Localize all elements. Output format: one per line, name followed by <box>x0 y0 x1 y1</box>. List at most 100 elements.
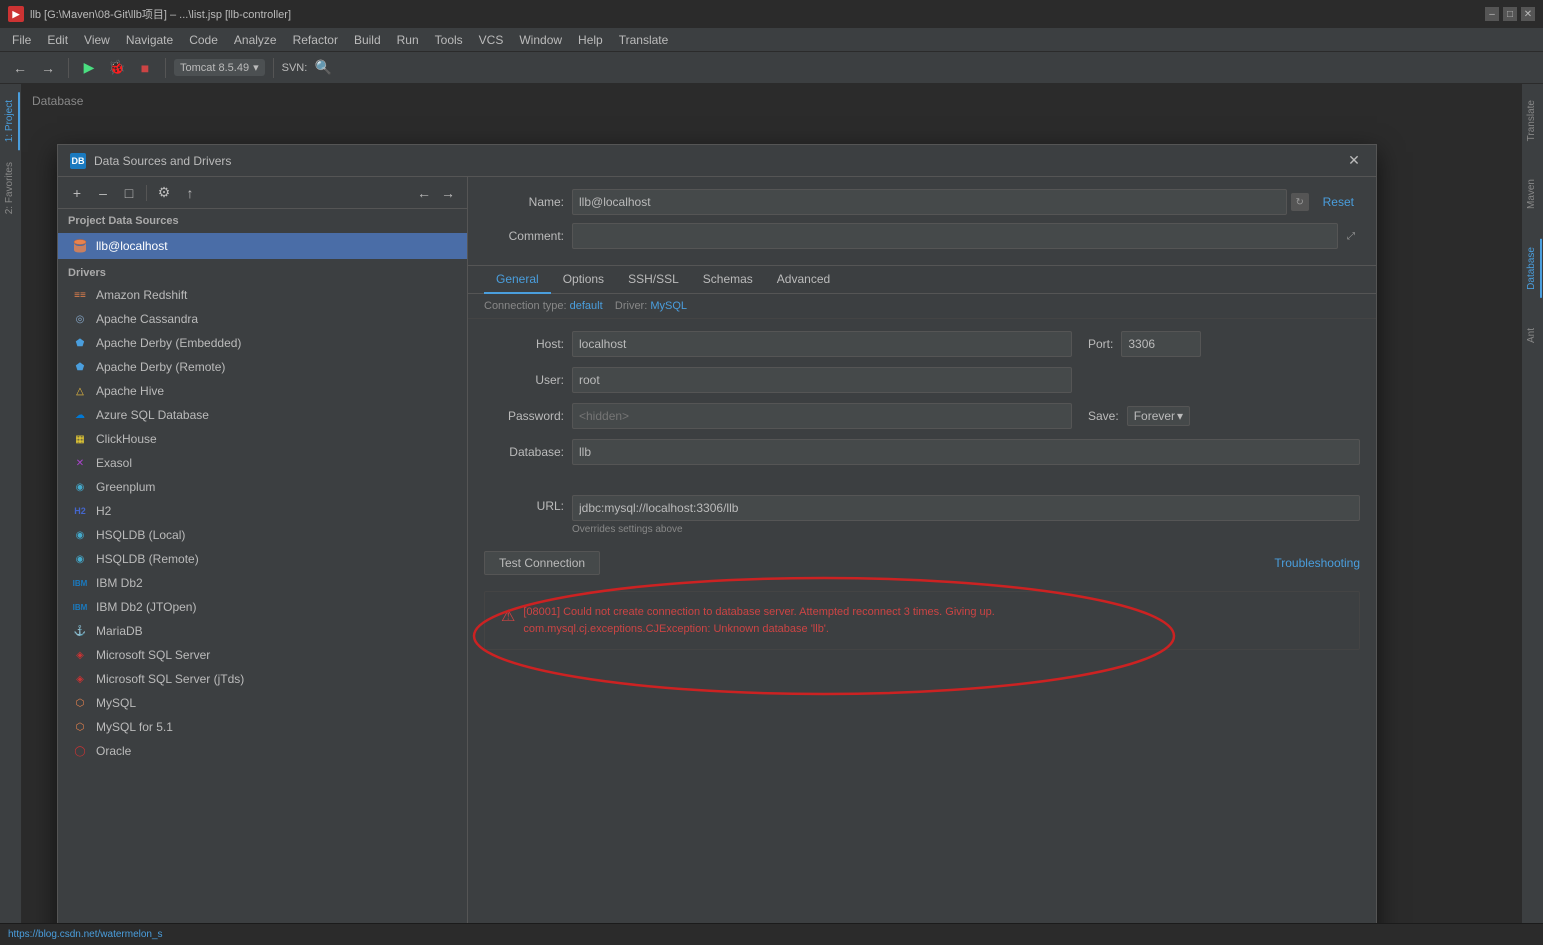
driver-item-hsqldb-local[interactable]: ◉ HSQLDB (Local) <box>58 523 467 547</box>
database-tab[interactable]: Database <box>1523 239 1542 298</box>
test-connection-button[interactable]: Test Connection <box>484 551 600 575</box>
stop-button[interactable]: ■ <box>133 56 157 80</box>
remove-datasource-button[interactable]: – <box>92 182 114 204</box>
driver-label-hsqldb-local: HSQLDB (Local) <box>96 528 185 542</box>
conn-type-label: Connection type: <box>484 300 567 312</box>
status-bar: https://blog.csdn.net/watermelon_s <box>0 923 1543 945</box>
driver-item-azure[interactable]: ☁ Azure SQL Database <box>58 403 467 427</box>
driver-value[interactable]: MySQL <box>650 300 687 312</box>
driver-label-greenplum: Greenplum <box>96 480 155 494</box>
dialog-close-button[interactable]: ✕ <box>1344 151 1364 171</box>
datasource-item-llb[interactable]: llb@localhost <box>58 233 467 259</box>
driver-item-redshift[interactable]: ≡≡ Amazon Redshift <box>58 283 467 307</box>
debug-button[interactable]: 🐞 <box>105 56 129 80</box>
ibm-db2-jtopen-icon: IBM <box>72 599 88 615</box>
driver-item-mysql51[interactable]: ⬡ MySQL for 5.1 <box>58 715 467 739</box>
tab-ssh-ssl[interactable]: SSH/SSL <box>616 266 691 294</box>
driver-item-ibm-db2[interactable]: IBM IBM Db2 <box>58 571 467 595</box>
url-hint: Overrides settings above <box>572 524 1360 535</box>
driver-item-derby-remote[interactable]: ⬟ Apache Derby (Remote) <box>58 355 467 379</box>
tab-general[interactable]: General <box>484 266 551 294</box>
driver-item-hsqldb-remote[interactable]: ◉ HSQLDB (Remote) <box>58 547 467 571</box>
close-button[interactable]: ✕ <box>1521 7 1535 21</box>
driver-label-ibm-db2-jtopen: IBM Db2 (JTOpen) <box>96 600 196 614</box>
user-input[interactable] <box>572 367 1072 393</box>
driver-item-mssql[interactable]: ◈ Microsoft SQL Server <box>58 643 467 667</box>
menu-refactor[interactable]: Refactor <box>285 31 346 49</box>
driver-item-greenplum[interactable]: ◉ Greenplum <box>58 475 467 499</box>
driver-item-hive[interactable]: △ Apache Hive <box>58 379 467 403</box>
settings-button[interactable]: ⚙ <box>153 182 175 204</box>
driver-item-h2[interactable]: H2 H2 <box>58 499 467 523</box>
menu-view[interactable]: View <box>76 31 118 49</box>
menu-code[interactable]: Code <box>181 31 226 49</box>
title-bar-controls: – □ ✕ <box>1485 7 1535 21</box>
copy-datasource-button[interactable]: □ <box>118 182 140 204</box>
menu-vcs[interactable]: VCS <box>471 31 512 49</box>
troubleshoot-link[interactable]: Troubleshooting <box>1274 556 1360 570</box>
menu-help[interactable]: Help <box>570 31 611 49</box>
ant-tab[interactable]: Ant <box>1523 320 1542 351</box>
maven-tab[interactable]: Maven <box>1523 171 1542 217</box>
mssql-jtds-icon: ◈ <box>72 671 88 687</box>
driver-item-cassandra[interactable]: ◎ Apache Cassandra <box>58 307 467 331</box>
oracle-icon: ◯ <box>72 743 88 759</box>
move-up-button[interactable]: ↑ <box>179 182 201 204</box>
forward-button[interactable]: → <box>36 56 60 80</box>
nav-forward-button[interactable]: → <box>437 182 459 204</box>
port-input[interactable] <box>1121 331 1201 357</box>
tab-advanced[interactable]: Advanced <box>765 266 842 294</box>
password-input[interactable] <box>572 403 1072 429</box>
menu-file[interactable]: File <box>4 31 39 49</box>
back-button[interactable]: ← <box>8 56 32 80</box>
menu-tools[interactable]: Tools <box>427 31 471 49</box>
dialog-title: DB Data Sources and Drivers <box>70 153 231 169</box>
comment-input[interactable] <box>572 223 1338 249</box>
toolbar-sep-2 <box>165 58 166 78</box>
driver-label-clickhouse: ClickHouse <box>96 432 157 446</box>
run-button[interactable]: ▶ <box>77 56 101 80</box>
menu-translate[interactable]: Translate <box>611 31 677 49</box>
driver-label-mssql: Microsoft SQL Server <box>96 648 210 662</box>
driver-item-ibm-db2-jtopen[interactable]: IBM IBM Db2 (JTOpen) <box>58 595 467 619</box>
dialog-title-bar: DB Data Sources and Drivers ✕ <box>58 145 1376 177</box>
menu-window[interactable]: Window <box>511 31 570 49</box>
driver-item-derby-embedded[interactable]: ⬟ Apache Derby (Embedded) <box>58 331 467 355</box>
search-button[interactable]: 🔍 <box>311 56 335 80</box>
driver-item-mssql-jtds[interactable]: ◈ Microsoft SQL Server (jTds) <box>58 667 467 691</box>
add-datasource-button[interactable]: + <box>66 182 88 204</box>
driver-item-mysql[interactable]: ⬡ MySQL <box>58 691 467 715</box>
menu-navigate[interactable]: Navigate <box>118 31 181 49</box>
driver-item-mariadb[interactable]: ⚓ MariaDB <box>58 619 467 643</box>
save-dropdown[interactable]: Forever ▾ <box>1127 406 1190 426</box>
maximize-button[interactable]: □ <box>1503 7 1517 21</box>
sidebar-item-project[interactable]: 1: Project <box>1 92 20 150</box>
status-url[interactable]: https://blog.csdn.net/watermelon_s <box>8 929 163 940</box>
tab-options[interactable]: Options <box>551 266 616 294</box>
url-label: URL: <box>484 495 564 513</box>
minimize-button[interactable]: – <box>1485 7 1499 21</box>
conn-type-value[interactable]: default <box>570 300 603 312</box>
tab-schemas[interactable]: Schemas <box>691 266 765 294</box>
menu-build[interactable]: Build <box>346 31 389 49</box>
driver-item-clickhouse[interactable]: ▦ ClickHouse <box>58 427 467 451</box>
name-input[interactable] <box>572 189 1287 215</box>
tomcat-dropdown[interactable]: Tomcat 8.5.49 ▾ <box>174 59 265 76</box>
reset-button[interactable]: Reset <box>1317 193 1360 211</box>
url-content: Overrides settings above <box>572 495 1360 535</box>
nav-back-button[interactable]: ← <box>413 182 435 204</box>
menu-analyze[interactable]: Analyze <box>226 31 285 49</box>
database-input[interactable] <box>572 439 1360 465</box>
translate-tab[interactable]: Translate <box>1523 92 1542 149</box>
mysql-icon: ⬡ <box>72 695 88 711</box>
menu-edit[interactable]: Edit <box>39 31 76 49</box>
sidebar-item-favorites[interactable]: 2: Favorites <box>1 154 20 222</box>
driver-item-oracle[interactable]: ◯ Oracle <box>58 739 467 763</box>
expand-icon[interactable]: ⤢ <box>1342 227 1360 245</box>
url-input[interactable] <box>572 495 1360 521</box>
driver-item-exasol[interactable]: ✕ Exasol <box>58 451 467 475</box>
ibm-db2-icon: IBM <box>72 575 88 591</box>
host-input[interactable] <box>572 331 1072 357</box>
menu-run[interactable]: Run <box>389 31 427 49</box>
sync-icon[interactable]: ↻ <box>1291 193 1309 211</box>
